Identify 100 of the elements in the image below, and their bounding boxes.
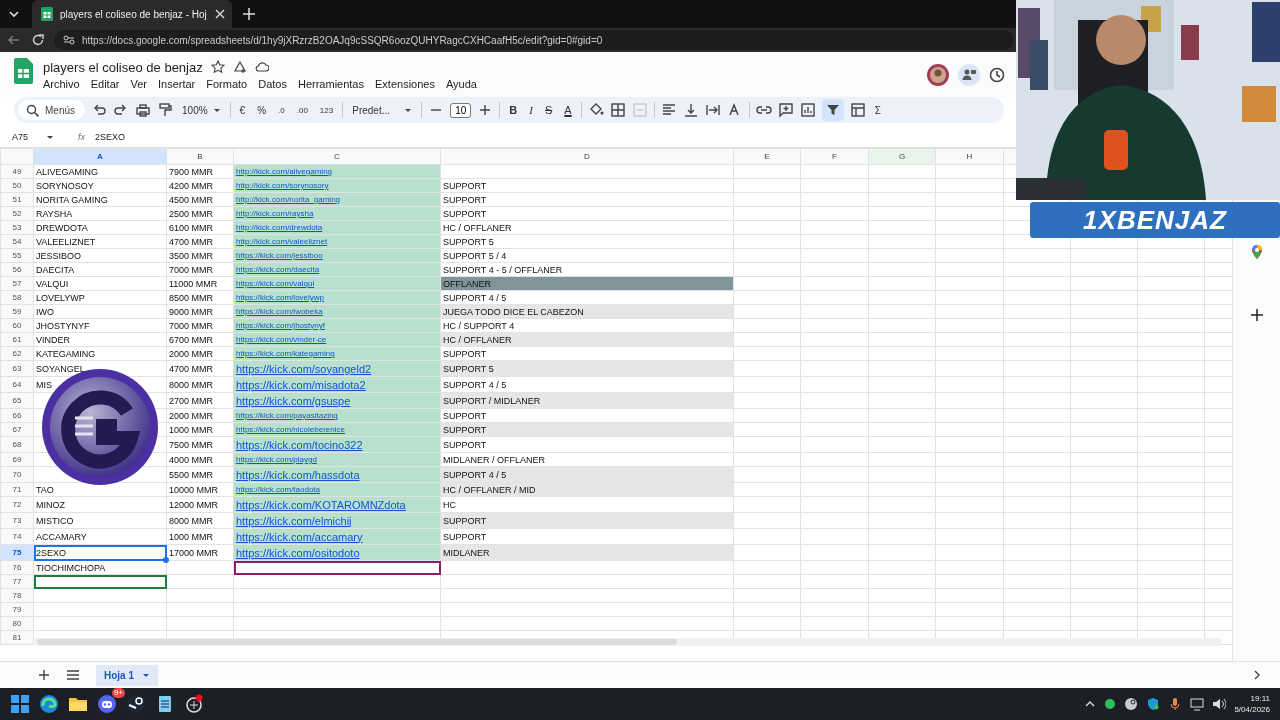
new-tab-icon[interactable] xyxy=(242,7,256,21)
table-cell: 6700 MMR xyxy=(166,332,234,347)
column-header[interactable]: C xyxy=(233,148,441,165)
menu-item[interactable]: Ver xyxy=(130,77,147,90)
move-icon[interactable] xyxy=(232,60,247,74)
column-header[interactable]: B xyxy=(166,148,234,165)
horizontal-scrollbar[interactable] xyxy=(33,638,1222,646)
functions-button[interactable]: Σ xyxy=(871,104,884,116)
column-header[interactable]: H xyxy=(935,148,1004,165)
microphone-icon[interactable] xyxy=(1168,697,1183,711)
scrollbar-thumb[interactable] xyxy=(37,639,677,645)
expand-panel-icon[interactable] xyxy=(1252,670,1262,680)
fill-handle[interactable] xyxy=(163,557,169,563)
table-cell: TIOCHIMCHOPA xyxy=(33,560,167,575)
column-header[interactable]: F xyxy=(800,148,869,165)
network-icon[interactable] xyxy=(1190,697,1205,711)
maps-icon[interactable] xyxy=(1249,244,1264,260)
shield-icon[interactable] xyxy=(1146,697,1161,711)
percent-button[interactable]: % xyxy=(254,104,270,116)
table-cell: SUPPORT xyxy=(440,178,734,193)
notification-badge: 9+ xyxy=(111,688,125,698)
print-icon[interactable] xyxy=(135,102,151,118)
status-dot-icon[interactable] xyxy=(1104,698,1117,710)
active-cell[interactable]: 2SEXO xyxy=(33,544,167,561)
menu-item[interactable]: Formato xyxy=(206,77,248,90)
table-cell: LOVELYWP xyxy=(33,290,167,305)
increase-decimals-button[interactable]: .00 xyxy=(293,105,311,115)
align-left-icon[interactable] xyxy=(660,102,677,118)
column-header[interactable]: A xyxy=(33,148,167,165)
column-header[interactable]: D xyxy=(440,148,734,165)
italic-button[interactable]: I xyxy=(526,104,536,116)
avatar-icon[interactable] xyxy=(926,62,950,87)
decrease-decimals-button[interactable]: .0 xyxy=(275,105,288,115)
text-wrap-icon[interactable] xyxy=(704,102,721,118)
search-icon xyxy=(26,103,39,117)
add-icon[interactable] xyxy=(1249,308,1264,322)
reload-icon[interactable] xyxy=(30,32,46,48)
filter-views-icon[interactable] xyxy=(849,102,866,118)
zoom-dropdown[interactable]: 100% xyxy=(179,104,224,116)
formula-field[interactable]: 2SEXO xyxy=(95,132,126,142)
menu-item[interactable]: Ayuda xyxy=(445,77,477,90)
document-title[interactable]: players el coliseo de benjaz xyxy=(43,59,203,75)
menu-item[interactable]: Herramientas xyxy=(297,77,364,90)
menu-item[interactable]: Archivo xyxy=(43,77,80,90)
table-cell: SUPPORT xyxy=(440,436,734,453)
star-icon[interactable] xyxy=(210,60,225,74)
font-dropdown[interactable]: Predet... xyxy=(349,104,416,116)
vertical-align-icon[interactable] xyxy=(682,102,699,118)
speaker-icon[interactable] xyxy=(1212,697,1227,711)
table-cell: 1000 MMR xyxy=(166,528,234,545)
search-placeholder: Menús xyxy=(45,104,75,116)
chart-icon[interactable] xyxy=(799,102,816,118)
caret-icon xyxy=(46,134,54,140)
address-bar[interactable]: https://docs.google.com/spreadsheets/d/1hy9jXRzrzB2OAJq9cSSQR6oozQUHYRagcCXHCaafH5c/edit?gid=0#gid=0 xyxy=(54,30,1014,50)
close-icon[interactable] xyxy=(214,8,226,20)
comment-icon[interactable] xyxy=(777,102,794,118)
table-cell: VINDER xyxy=(33,332,167,347)
merge-cells-icon[interactable] xyxy=(631,102,648,118)
bold-button[interactable]: B xyxy=(506,104,521,116)
clock-time[interactable]: 19:11 xyxy=(1250,693,1270,704)
column-header[interactable]: E xyxy=(733,148,801,165)
table-cell: SUPPORT xyxy=(440,206,734,221)
search-field[interactable]: Menús xyxy=(18,100,85,120)
fx-label: fx xyxy=(78,132,85,142)
chat-app-icon[interactable] xyxy=(97,694,117,714)
menu-item[interactable]: Editar xyxy=(90,77,120,90)
sheets-icon xyxy=(40,7,54,21)
browser-icon[interactable] xyxy=(39,694,59,714)
currency-button[interactable]: € xyxy=(236,104,249,116)
site-info-icon[interactable] xyxy=(62,33,76,47)
text-color-button[interactable]: A xyxy=(561,104,575,116)
game-launcher-icon[interactable] xyxy=(1124,697,1139,711)
table-cell: DAECITA xyxy=(33,262,167,277)
table-cell: 3500 MMR xyxy=(166,248,234,263)
clock-date[interactable]: 5/04/2026 xyxy=(1234,704,1270,715)
paint-format-icon[interactable] xyxy=(157,102,173,118)
add-sheet-icon[interactable] xyxy=(38,669,50,681)
menu-item[interactable]: Datos xyxy=(258,77,287,90)
cloud-icon[interactable] xyxy=(254,60,269,74)
name-box[interactable]: A75 xyxy=(12,132,68,142)
menu-item[interactable]: Insertar xyxy=(157,77,196,90)
present-button[interactable] xyxy=(958,63,980,86)
number-format-button[interactable]: 123 xyxy=(316,105,337,115)
filter-button[interactable] xyxy=(821,99,844,121)
windows-icon[interactable] xyxy=(10,694,30,714)
menu-item[interactable]: Extensiones xyxy=(375,77,435,90)
history-icon[interactable] xyxy=(988,65,1006,84)
sheets-logo-icon xyxy=(14,57,33,84)
table-cell: HC xyxy=(440,496,734,513)
strikethrough-button[interactable]: S xyxy=(541,104,556,116)
browser-tab[interactable]: players el coliseo de benjaz - Hoj xyxy=(32,0,232,28)
sheet-tab[interactable]: Hoja 1 xyxy=(96,664,158,686)
app-icon[interactable] xyxy=(184,694,204,714)
font-size-field[interactable]: 10 xyxy=(450,102,472,118)
table-cell: MIDLANER / OFFLANER xyxy=(440,452,734,467)
table-cell: 9000 MMR xyxy=(166,304,234,319)
all-sheets-icon[interactable] xyxy=(66,669,80,681)
column-header[interactable]: G xyxy=(868,148,936,165)
game-launcher-icon[interactable] xyxy=(126,694,146,714)
borders-icon[interactable] xyxy=(609,102,626,118)
